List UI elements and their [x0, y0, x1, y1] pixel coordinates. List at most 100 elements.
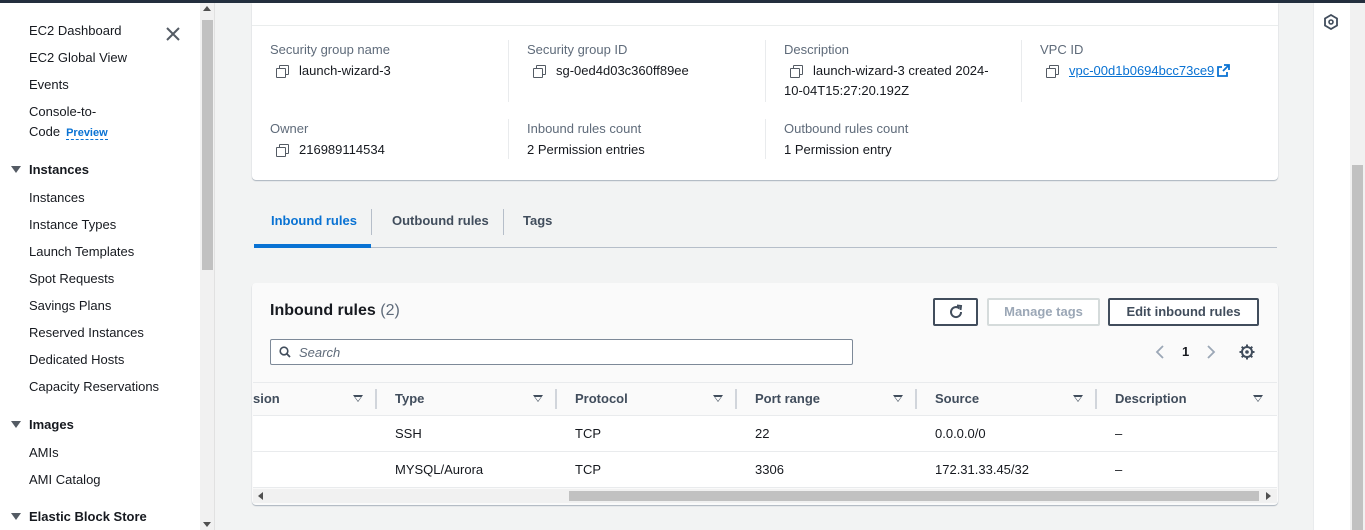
refresh-icon: [949, 304, 962, 319]
sort-caret-icon[interactable]: [353, 395, 363, 402]
sort-caret-icon[interactable]: [533, 395, 543, 402]
close-icon[interactable]: [164, 25, 182, 43]
tab-inbound-rules[interactable]: Inbound rules: [271, 213, 357, 229]
sidebar-item-console-to-code[interactable]: Console-to- Code Preview: [29, 104, 108, 141]
table-title-text: Inbound rules: [270, 302, 376, 319]
tab-outbound-rules[interactable]: Outbound rules: [392, 213, 489, 229]
sg-name-text: launch-wizard-3: [299, 63, 391, 78]
cell-source: 172.31.33.45/32: [935, 462, 1029, 477]
sort-caret-icon[interactable]: [1073, 395, 1083, 402]
console-to-code-label-1: Console-to-: [29, 104, 97, 119]
manage-tags-button[interactable]: Manage tags: [987, 298, 1100, 326]
column-resizer[interactable]: [735, 389, 737, 409]
sort-caret-icon[interactable]: [1253, 395, 1263, 402]
description-label: Description: [784, 42, 850, 57]
divider: [1021, 40, 1022, 102]
search-icon: [279, 346, 291, 358]
copy-icon[interactable]: [533, 64, 546, 78]
vpc-id-link[interactable]: vpc-00d1b0694bcc73ce9: [1069, 63, 1214, 78]
search-field[interactable]: [270, 339, 853, 365]
cell-protocol: TCP: [575, 426, 601, 441]
section-title: Images: [29, 417, 74, 432]
sidebar-item-instances[interactable]: Instances: [29, 190, 85, 206]
sidebar-scrollbar-thumb[interactable]: [202, 20, 213, 270]
vpc-id-label: VPC ID: [1040, 42, 1084, 57]
preview-badge[interactable]: Preview: [66, 127, 108, 140]
tabs-baseline: [254, 247, 1277, 248]
column-header-type[interactable]: Type: [395, 391, 424, 407]
column-resizer[interactable]: [555, 389, 557, 409]
sidebar-item-ec2-dashboard[interactable]: EC2 Dashboard: [29, 23, 122, 39]
sort-caret-icon[interactable]: [893, 395, 903, 402]
sidebar-item-events[interactable]: Events: [29, 77, 69, 93]
description-value-2: 10-04T15:27:20.192Z: [784, 83, 910, 98]
edit-inbound-rules-button[interactable]: Edit inbound rules: [1108, 298, 1259, 326]
divider: [508, 40, 509, 102]
scroll-down-arrow-icon[interactable]: [203, 522, 211, 527]
sidebar-item-launch-templates[interactable]: Launch Templates: [29, 244, 134, 260]
chevron-left-icon[interactable]: [1155, 345, 1165, 359]
sort-caret-icon[interactable]: [713, 395, 723, 402]
sidebar-item-savings-plans[interactable]: Savings Plans: [29, 298, 111, 314]
column-resizer[interactable]: [915, 389, 917, 409]
description-text-1: launch-wizard-3 created 2024-: [813, 63, 989, 78]
copy-icon[interactable]: [276, 64, 289, 78]
horizontal-scrollbar-thumb[interactable]: [569, 491, 1259, 501]
sidebar-item-reserved-instances[interactable]: Reserved Instances: [29, 325, 144, 341]
column-header-ip-version[interactable]: sion: [253, 391, 280, 407]
page-number[interactable]: 1: [1182, 344, 1189, 359]
sidebar-section-images[interactable]: Images: [11, 417, 74, 433]
copy-icon[interactable]: [276, 143, 289, 157]
sidebar-item-dedicated-hosts[interactable]: Dedicated Hosts: [29, 352, 124, 368]
column-resizer[interactable]: [375, 389, 377, 409]
column-header-port-range[interactable]: Port range: [755, 391, 820, 407]
vpc-id-value: vpc-00d1b0694bcc73ce9: [1046, 61, 1231, 81]
console-to-code-label-2: Code: [29, 124, 61, 139]
sidebar-item-ec2-global-view[interactable]: EC2 Global View: [29, 50, 127, 66]
owner-label: Owner: [270, 121, 309, 136]
scroll-up-arrow-icon[interactable]: [203, 6, 211, 11]
sidebar-item-capacity-reservations[interactable]: Capacity Reservations: [29, 379, 159, 395]
copy-icon[interactable]: [1046, 64, 1059, 78]
copy-icon[interactable]: [790, 64, 803, 78]
outbound-count-label: Outbound rules count: [784, 121, 909, 136]
cell-port-range: 22: [755, 426, 770, 441]
divider: [252, 25, 1278, 26]
sidebar-item-instance-types[interactable]: Instance Types: [29, 217, 116, 233]
cell-protocol: TCP: [575, 462, 601, 477]
tab-separator: [371, 209, 372, 235]
gear-icon[interactable]: [1239, 344, 1255, 360]
divider: [765, 40, 766, 102]
page-scrollbar-thumb[interactable]: [1352, 165, 1363, 530]
cell-port-range: 3306: [755, 462, 784, 477]
refresh-button[interactable]: [933, 298, 978, 326]
column-header-source[interactable]: Source: [935, 391, 979, 407]
cell-description: –: [1115, 426, 1123, 441]
chevron-right-icon[interactable]: [1206, 345, 1216, 359]
column-header-protocol[interactable]: Protocol: [575, 391, 628, 407]
search-input[interactable]: [299, 344, 839, 360]
sidebar-section-instances[interactable]: Instances: [11, 162, 89, 178]
tab-tags[interactable]: Tags: [523, 213, 552, 229]
sg-id-text: sg-0ed4d03c360ff89ee: [556, 63, 689, 78]
sg-name-label: Security group name: [270, 42, 390, 57]
column-resizer[interactable]: [1095, 389, 1097, 409]
sidebar-item-ami-catalog[interactable]: AMI Catalog: [29, 472, 101, 488]
sidebar-item-spot-requests[interactable]: Spot Requests: [29, 271, 114, 287]
owner-value: 216989114534: [276, 140, 385, 160]
scroll-right-arrow-icon[interactable]: [1266, 492, 1271, 500]
info-panel-icon[interactable]: [1324, 14, 1338, 30]
inbound-count-label: Inbound rules count: [527, 121, 642, 136]
sg-id-value: sg-0ed4d03c360ff89ee: [533, 61, 689, 81]
caret-down-icon: [11, 513, 21, 521]
section-title: Instances: [29, 162, 89, 177]
scroll-left-arrow-icon[interactable]: [258, 492, 263, 500]
sidebar-item-amis[interactable]: AMIs: [29, 445, 59, 461]
external-link-icon[interactable]: [1217, 64, 1231, 77]
caret-down-icon: [11, 166, 21, 174]
column-header-description[interactable]: Description: [1115, 391, 1187, 407]
divider: [765, 119, 766, 159]
cell-type: MYSQL/Aurora: [395, 462, 484, 477]
sidebar-section-elastic-block-store[interactable]: Elastic Block Store: [11, 509, 147, 525]
description-value-1: launch-wizard-3 created 2024-: [790, 61, 989, 81]
